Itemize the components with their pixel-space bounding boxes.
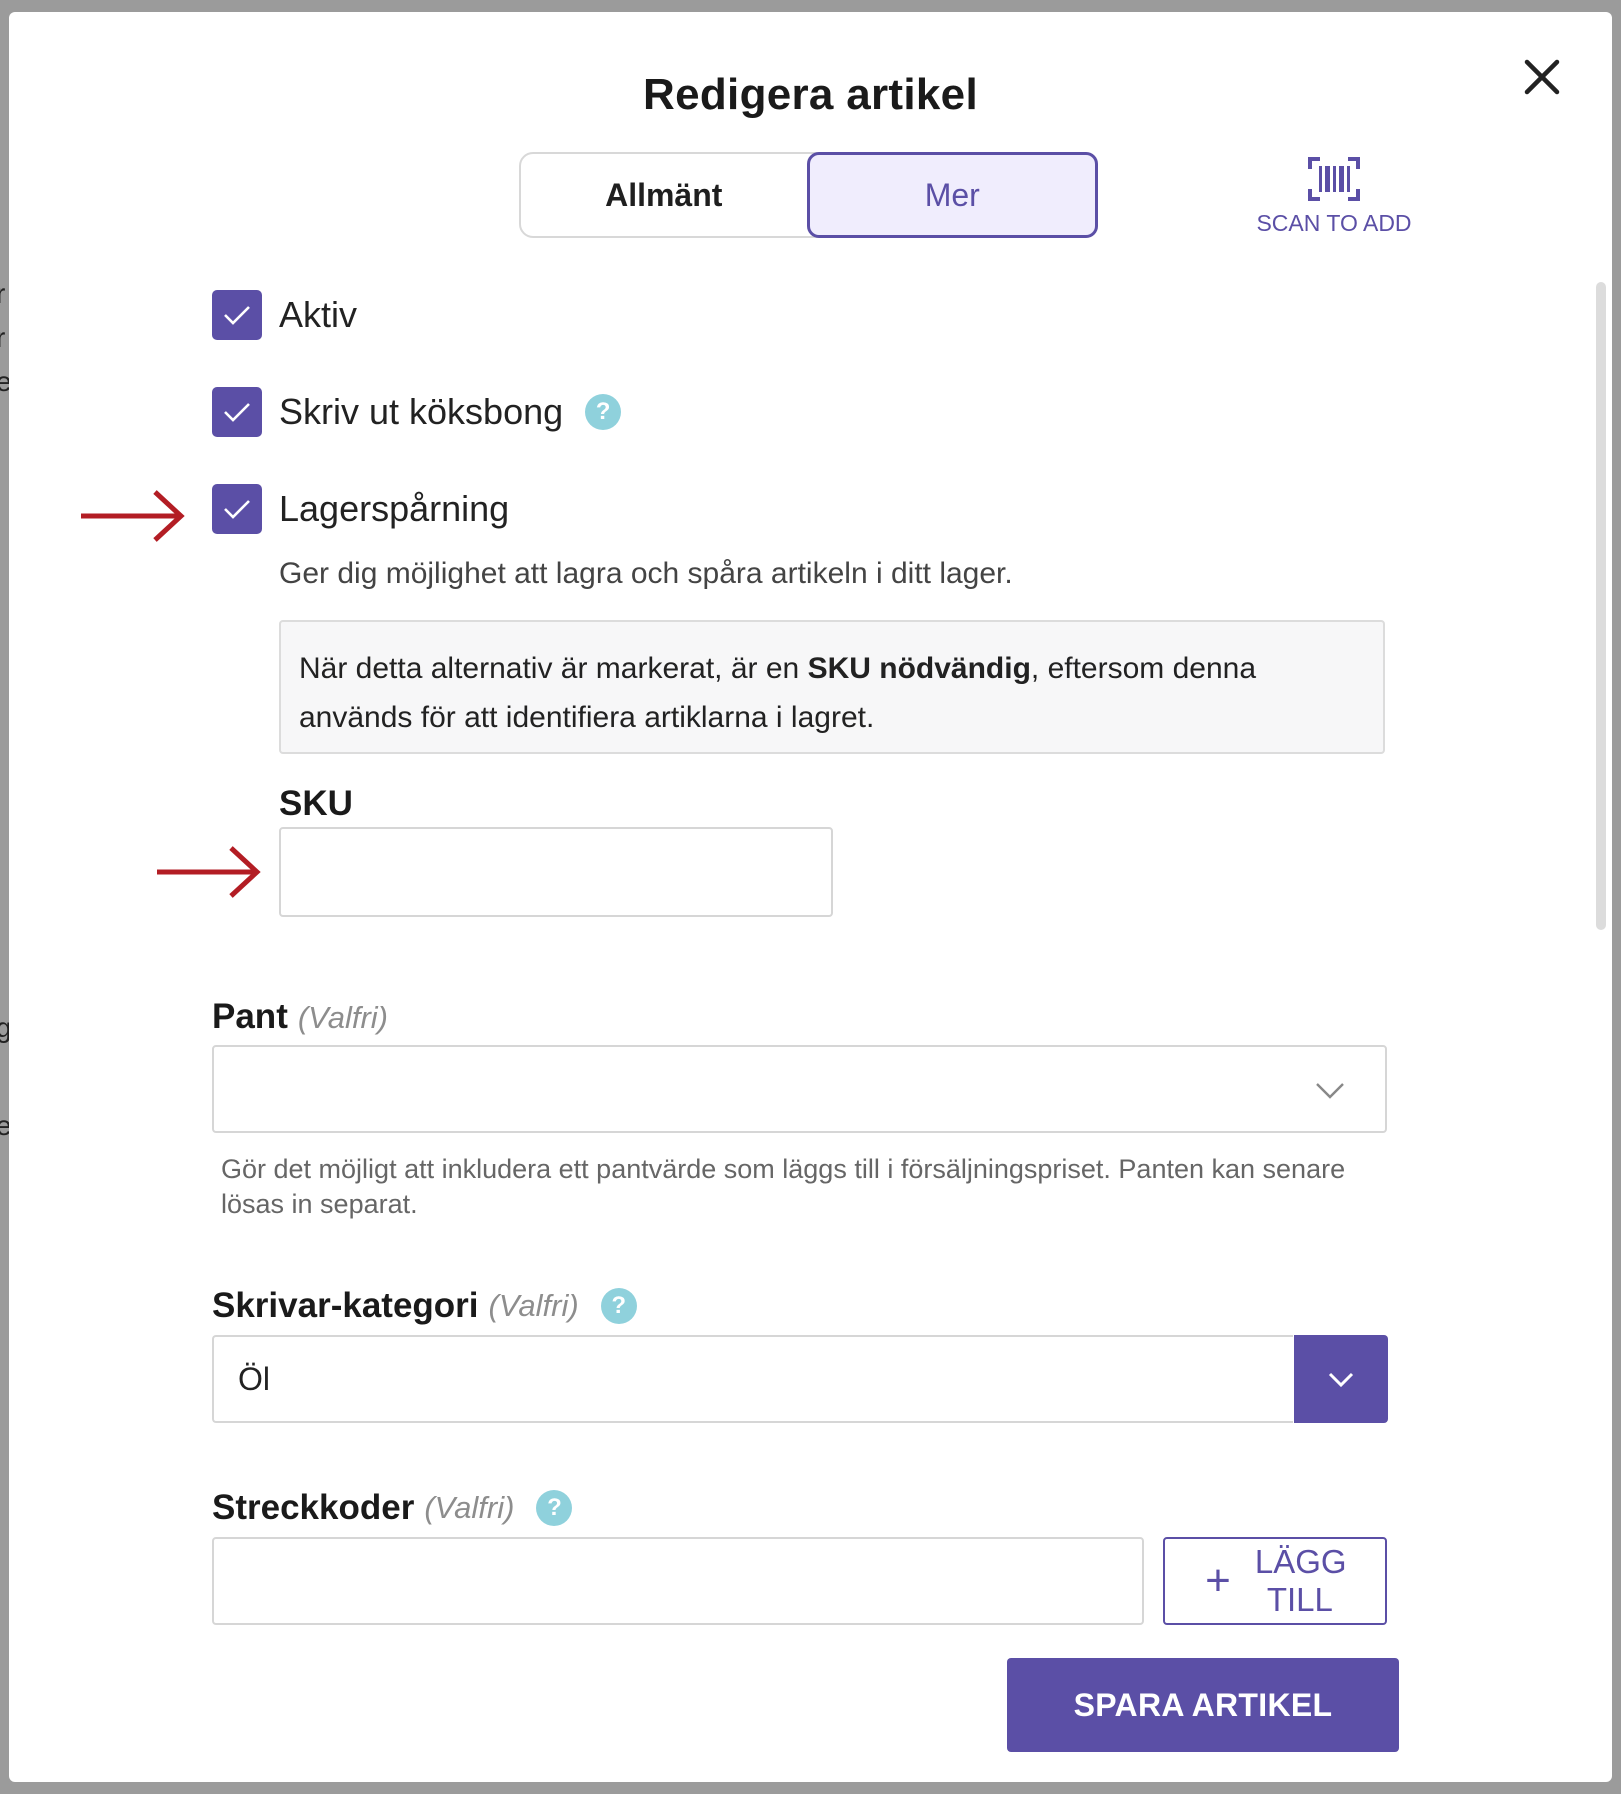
info-bold-text: SKU nödvändig [807, 652, 1031, 685]
printer-category-label: Skrivar-kategori (Valfri) ? [212, 1286, 637, 1326]
optional-tag: (Valfri) [297, 1000, 388, 1035]
pant-label-text: Pant [212, 997, 288, 1036]
add-barcode-label: LÄGG TILL [1254, 1543, 1347, 1619]
stock-tracking-description: Ger dig möjlighet att lagra och spåra ar… [279, 557, 1013, 590]
barcodes-label-text: Streckkoder [212, 1488, 415, 1527]
barcode-input[interactable] [212, 1537, 1144, 1625]
add-barcode-button[interactable]: + LÄGG TILL [1163, 1537, 1387, 1625]
add-barcode-label-line1: LÄGG [1254, 1543, 1347, 1580]
sku-info-box: När detta alternativ är markerat, är en … [279, 620, 1385, 754]
scrollbar-thumb[interactable] [1596, 282, 1606, 930]
tab-allmant[interactable]: Allmänt [521, 154, 807, 236]
checkbox-kitchen-ticket-label: Skriv ut köksbong [279, 391, 564, 432]
close-button[interactable] [1517, 52, 1567, 102]
checkbox-aktiv-label: Aktiv [279, 294, 358, 335]
info-text: När detta alternativ är markerat, är en [299, 652, 808, 685]
save-item-button[interactable]: SPARA ARTIKEL [1007, 1658, 1399, 1752]
checkbox-stock-tracking-label: Lagerspårning [279, 488, 510, 529]
pant-label: Pant (Valfri) [212, 997, 388, 1037]
scrollbar[interactable] [1594, 282, 1608, 932]
edit-item-dialog: Redigera artikel Allmänt Mer SCAN TO ADD [9, 12, 1612, 1782]
checkbox-stock-tracking[interactable]: Lagerspårning [212, 484, 509, 534]
close-icon [1524, 59, 1560, 95]
help-icon[interactable]: ? [600, 1288, 637, 1324]
background-text-fragment: r [0, 278, 6, 309]
checkbox-checked[interactable] [212, 484, 262, 534]
checkbox-aktiv[interactable]: Aktiv [212, 290, 357, 340]
printer-category-select[interactable]: Öl [212, 1335, 1293, 1423]
annotation-arrow-icon [157, 846, 261, 898]
sku-label: SKU [279, 784, 353, 823]
help-icon[interactable]: ? [585, 394, 622, 430]
barcode-scan-icon [1308, 157, 1360, 201]
checkbox-checked[interactable] [212, 290, 262, 340]
tab-switcher: Allmänt Mer [519, 152, 1098, 238]
checkbox-checked[interactable] [212, 387, 262, 437]
checkmark-icon [224, 306, 250, 325]
scan-to-add-button[interactable]: SCAN TO ADD [1247, 157, 1421, 237]
chevron-down-icon [1328, 1372, 1354, 1388]
checkbox-kitchen-ticket[interactable]: Skriv ut köksbong ? [212, 387, 622, 437]
pant-select[interactable] [212, 1045, 1387, 1133]
background-text-fragment: r [0, 322, 6, 353]
plus-icon: + [1205, 1556, 1231, 1605]
barcodes-label: Streckkoder (Valfri) ? [212, 1488, 573, 1528]
pant-hint: Gör det möjligt att inkludera ett pantvä… [221, 1154, 1346, 1219]
optional-tag: (Valfri) [424, 1490, 515, 1525]
tab-mer[interactable]: Mer [806, 152, 1098, 238]
checkmark-icon [224, 403, 250, 422]
printer-category-label-text: Skrivar-kategori [212, 1286, 479, 1325]
background-page-edge: r r er g e [0, 0, 21, 1794]
scan-to-add-label: SCAN TO ADD [1256, 210, 1412, 236]
add-barcode-label-line2: TILL [1266, 1581, 1333, 1618]
optional-tag: (Valfri) [488, 1288, 579, 1323]
dialog-title: Redigera artikel [643, 70, 978, 119]
chevron-down-icon [1316, 1083, 1344, 1099]
printer-category-dropdown-button[interactable] [1294, 1335, 1388, 1423]
help-icon[interactable]: ? [536, 1490, 573, 1526]
sku-input[interactable] [279, 827, 833, 917]
annotation-arrow-icon [81, 490, 185, 542]
checkmark-icon [224, 500, 250, 519]
